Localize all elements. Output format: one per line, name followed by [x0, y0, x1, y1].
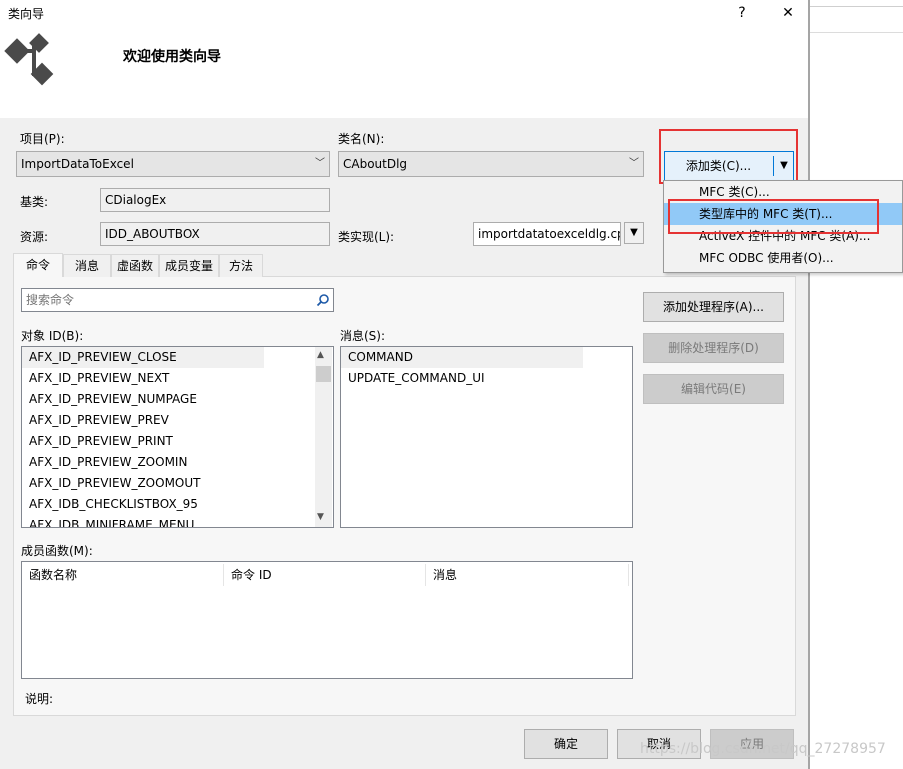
list-item[interactable]: AFX_ID_PREVIEW_PREV — [22, 410, 333, 431]
column-header-function-name[interactable]: 函数名称 — [22, 564, 224, 586]
search-input[interactable] — [22, 289, 312, 311]
column-header-command-id[interactable]: 命令 ID — [224, 564, 426, 586]
base-class-label: 基类: — [20, 195, 49, 209]
project-label: 项目(P): — [20, 132, 65, 146]
scroll-up-icon[interactable]: ▲ — [317, 350, 324, 360]
classname-label: 类名(N): — [338, 132, 385, 146]
background-divider — [810, 32, 903, 33]
impl-label: 类实现(L): — [338, 230, 395, 244]
scroll-down-icon[interactable]: ▼ — [317, 512, 324, 522]
list-item[interactable]: AFX_ID_PREVIEW_NEXT — [22, 368, 333, 389]
column-header-message[interactable]: 消息 — [426, 564, 629, 586]
list-item[interactable]: AFX_ID_PREVIEW_NUMPAGE — [22, 389, 333, 410]
delete-handler-button[interactable]: 删除处理程序(D) — [643, 333, 784, 363]
base-class-field: CDialogEx — [100, 188, 330, 212]
wizard-header — [0, 26, 808, 118]
window-title: 类向导 — [8, 7, 45, 21]
highlight-box-typelib-item — [668, 199, 879, 234]
list-item[interactable]: UPDATE_COMMAND_UI — [341, 368, 632, 389]
tab-methods[interactable]: 方法 — [219, 254, 263, 277]
background-editor-pane — [808, 0, 903, 769]
classname-combo-value: CAboutDlg — [343, 157, 408, 171]
watermark: https://blog.csdn.net/qq_27278957 — [640, 741, 886, 757]
list-item[interactable]: AFX_ID_PREVIEW_CLOSE — [22, 347, 264, 368]
classname-combo[interactable]: CAboutDlg ﹀ — [338, 151, 644, 177]
chevron-down-icon: ﹀ — [629, 158, 639, 169]
ok-button[interactable]: 确定 — [524, 729, 608, 759]
list-item[interactable]: AFX_ID_PREVIEW_ZOOMOUT — [22, 473, 333, 494]
messages-list[interactable]: COMMAND UPDATE_COMMAND_UI — [340, 346, 633, 528]
tab-member-variables[interactable]: 成员变量 — [159, 254, 219, 277]
description-label: 说明: — [25, 692, 54, 706]
member-functions-label: 成员函数(M): — [21, 544, 93, 558]
background-divider — [810, 6, 903, 7]
list-item[interactable]: AFX_IDB_MINIFRAME_MENU — [22, 515, 333, 527]
title-bar — [0, 0, 808, 26]
scrollbar-thumb[interactable] — [316, 366, 331, 382]
menu-item-mfc-odbc-consumer[interactable]: MFC ODBC 使用者(O)... — [664, 247, 902, 269]
close-button[interactable]: ✕ — [771, 2, 805, 24]
list-item[interactable]: AFX_ID_PREVIEW_ZOOMIN — [22, 452, 333, 473]
help-button[interactable]: ? — [725, 2, 759, 24]
edit-code-button[interactable]: 编辑代码(E) — [643, 374, 784, 404]
resource-field: IDD_ABOUTBOX — [100, 222, 330, 246]
list-item[interactable]: AFX_ID_PREVIEW_PRINT — [22, 431, 333, 452]
search-icon[interactable] — [316, 293, 330, 307]
list-item[interactable]: AFX_IDB_CHECKLISTBOX_95 — [22, 494, 333, 515]
messages-label: 消息(S): — [340, 329, 386, 343]
resource-label: 资源: — [20, 230, 49, 244]
chevron-down-icon: ﹀ — [315, 158, 325, 169]
tab-commands[interactable]: 命令 — [13, 253, 63, 277]
object-ids-label: 对象 ID(B): — [21, 329, 84, 343]
project-combo-value: ImportDataToExcel — [21, 157, 134, 171]
tab-messages[interactable]: 消息 — [63, 254, 111, 277]
object-ids-list[interactable]: AFX_ID_PREVIEW_CLOSE AFX_ID_PREVIEW_NEXT… — [21, 346, 334, 528]
impl-file-browse-arrow-icon[interactable]: ▼ — [624, 222, 644, 244]
list-item[interactable]: COMMAND — [341, 347, 583, 368]
highlight-box-add-class — [659, 129, 798, 184]
class-wizard-icon — [4, 33, 54, 86]
wizard-heading: 欢迎使用类向导 — [123, 49, 221, 65]
project-combo[interactable]: ImportDataToExcel ﹀ — [16, 151, 330, 177]
search-box[interactable] — [21, 288, 334, 312]
impl-file-field[interactable]: importdatatoexceldlg.cp — [473, 222, 621, 246]
add-handler-button[interactable]: 添加处理程序(A)... — [643, 292, 784, 322]
tab-virtual-functions[interactable]: 虚函数 — [111, 254, 159, 277]
